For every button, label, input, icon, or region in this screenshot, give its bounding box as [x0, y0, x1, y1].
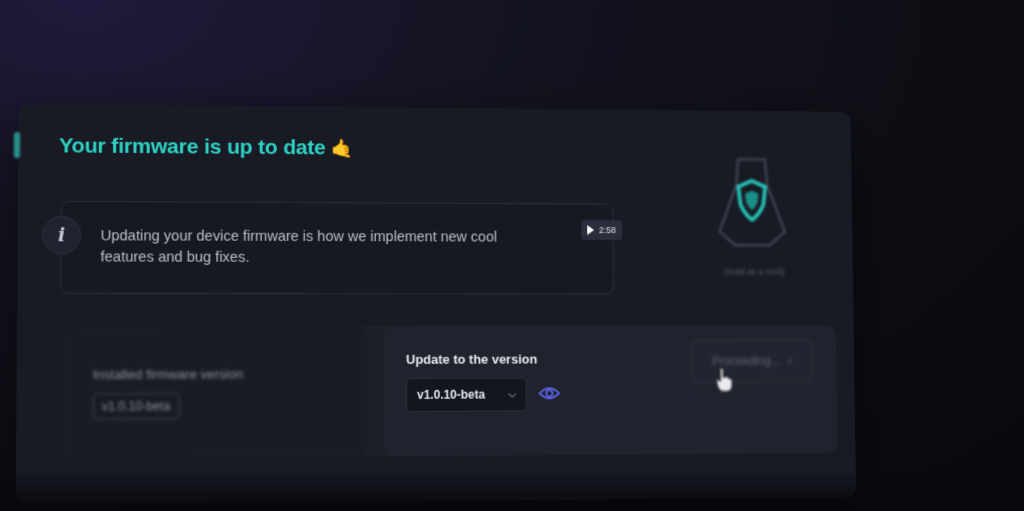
- device-caption: [Sold as a rock]: [724, 266, 785, 277]
- chevron-down-icon: ⌵: [508, 388, 517, 400]
- title-text: Your firmware is up to date: [58, 134, 326, 160]
- version-select[interactable]: v1.0.10-beta ⌵: [406, 377, 527, 412]
- update-label: Update to the version: [405, 351, 538, 367]
- firmware-panel: Your firmware is up to date 🤙 i Updating…: [13, 103, 857, 506]
- bottom-shadow: [0, 471, 1024, 511]
- installed-version-tag: v1.0.10-beta: [92, 392, 180, 420]
- installed-label: Installed firmware version: [92, 366, 243, 383]
- info-icon: i: [42, 215, 82, 255]
- call-me-hand-icon: 🤙: [331, 138, 354, 159]
- accent-bar: [13, 131, 21, 159]
- info-box: i Updating your device firmware is how w…: [42, 200, 622, 295]
- proceed-label: Proceeding...: [712, 353, 781, 368]
- proceed-button[interactable]: Proceeding... ›: [690, 339, 814, 383]
- play-icon: [587, 225, 595, 235]
- video-play-button[interactable]: 2:58: [581, 220, 622, 240]
- arrow-right-icon: ›: [787, 353, 792, 368]
- eye-icon[interactable]: [539, 385, 561, 401]
- video-duration: 2:58: [598, 225, 616, 236]
- page-title: Your firmware is up to date 🤙: [59, 134, 353, 160]
- info-text: Updating your device firmware is how we …: [100, 228, 498, 266]
- selected-version: v1.0.10-beta: [417, 387, 486, 402]
- version-section: Installed firmware version v1.0.10-beta …: [63, 325, 838, 459]
- shield-device-icon: [713, 155, 791, 253]
- update-version-card: Update to the version v1.0.10-beta ⌵ Pro…: [383, 325, 838, 457]
- installed-version-card: Installed firmware version v1.0.10-beta: [63, 325, 369, 459]
- hand-pointer-icon: [715, 367, 733, 393]
